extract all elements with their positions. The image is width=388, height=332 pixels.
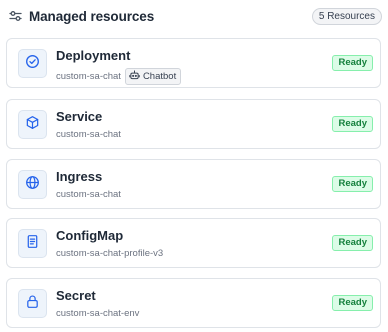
resource-subline: custom-sa-chat-profile-v3 [56, 248, 163, 259]
resource-id: custom-sa-chat [56, 189, 121, 200]
resource-card-configmap[interactable]: ConfigMap custom-sa-chat-profile-v3 Read… [6, 218, 381, 268]
status-badge: Ready [332, 295, 373, 311]
resource-name: Secret [56, 288, 96, 303]
resource-card-secret[interactable]: Secret custom-sa-chat-env Ready [6, 278, 381, 328]
resource-subline: custom-sa-chat Chatbot [56, 68, 182, 85]
resource-icon-box [18, 170, 47, 199]
resource-subline: custom-sa-chat [56, 129, 121, 140]
resource-icon-box [18, 289, 47, 318]
managed-resources-header: Managed resources 5 Resources [8, 5, 382, 27]
chatbot-tag: Chatbot [124, 68, 182, 85]
resource-name: Ingress [56, 169, 103, 184]
resource-id: custom-sa-chat-env [56, 308, 140, 319]
filter-sliders-icon [8, 9, 22, 23]
status-badge: Ready [332, 235, 373, 251]
globe-icon [25, 175, 40, 195]
status-badge: Ready [332, 116, 373, 132]
resource-icon-box [18, 110, 47, 139]
resource-icon-box [18, 229, 47, 258]
status-badge: Ready [332, 55, 373, 71]
resource-name: Service [56, 109, 103, 124]
resource-icon-box [18, 49, 47, 78]
status-badge: Ready [332, 176, 373, 192]
file-text-icon [25, 234, 40, 254]
lock-icon [25, 294, 40, 314]
resource-count-badge: 5 Resources [311, 7, 382, 25]
resource-id: custom-sa-chat [56, 71, 121, 82]
resource-card-ingress[interactable]: Ingress custom-sa-chat Ready [6, 159, 381, 209]
resource-subline: custom-sa-chat-env [56, 308, 139, 319]
resource-card-service[interactable]: Service custom-sa-chat Ready [6, 99, 381, 149]
resource-id: custom-sa-chat [56, 129, 121, 140]
tag-label: Chatbot [142, 71, 177, 82]
resource-id: custom-sa-chat-profile-v3 [56, 248, 164, 259]
resource-card-deployment[interactable]: Deployment custom-sa-chat Chatbot Ready [6, 38, 381, 88]
cube-icon [25, 115, 40, 135]
resource-subline: custom-sa-chat [56, 189, 121, 200]
resource-name: ConfigMap [56, 228, 124, 243]
check-circle-icon [25, 54, 40, 74]
robot-icon [129, 70, 143, 83]
section-title: Managed resources [29, 8, 155, 24]
resource-name: Deployment [56, 48, 131, 63]
